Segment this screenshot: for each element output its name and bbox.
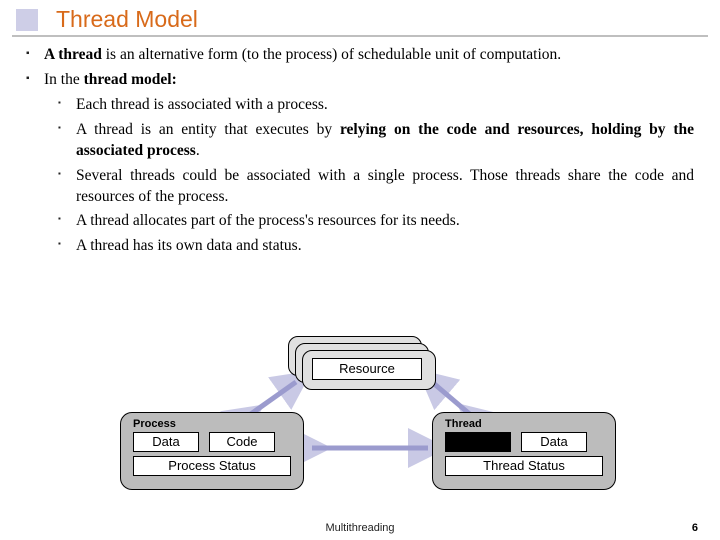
process-title: Process (121, 413, 303, 432)
sub2-pre: A thread is an entity that executes by (76, 121, 340, 138)
thread-data-label: Data (521, 432, 587, 452)
bullet-2: In the thread model: Each thread is asso… (26, 70, 694, 257)
footer-text: Multithreading (0, 522, 720, 534)
content-area: A thread is an alternative form (to the … (0, 45, 720, 257)
title-bar: Thread Model (12, 0, 708, 37)
diagram: Resource Process Data Code Process Statu… (0, 336, 720, 506)
sub-bullet-1: Each thread is associated with a process… (44, 95, 694, 116)
process-code-label: Code (209, 432, 275, 452)
thread-black-box-icon (445, 432, 511, 452)
resource-stack: Resource (288, 336, 436, 392)
slide-title: Thread Model (56, 6, 198, 33)
sub-bullet-5: A thread has its own data and status. (44, 236, 694, 257)
bullet-1-bold: A thread (44, 46, 102, 63)
bullet-1-text: is an alternative form (to the process) … (102, 46, 561, 63)
resource-label: Resource (312, 358, 422, 380)
page-number: 6 (692, 522, 698, 534)
sub-bullet-2: A thread is an entity that executes by r… (44, 120, 694, 162)
thread-status-label: Thread Status (445, 456, 603, 476)
process-status-label: Process Status (133, 456, 291, 476)
bullet-1: A thread is an alternative form (to the … (26, 45, 694, 66)
thread-box: Thread Data Thread Status (432, 412, 616, 490)
bullet-2-bold: thread model: (84, 71, 177, 88)
sub-bullet-4: A thread allocates part of the process's… (44, 211, 694, 232)
process-data-label: Data (133, 432, 199, 452)
process-box: Process Data Code Process Status (120, 412, 304, 490)
title-square-icon (16, 9, 38, 31)
sub2-post: . (196, 142, 200, 159)
bullet-2-pre: In the (44, 71, 84, 88)
thread-title: Thread (433, 413, 615, 432)
sub-bullet-3: Several threads could be associated with… (44, 166, 694, 208)
